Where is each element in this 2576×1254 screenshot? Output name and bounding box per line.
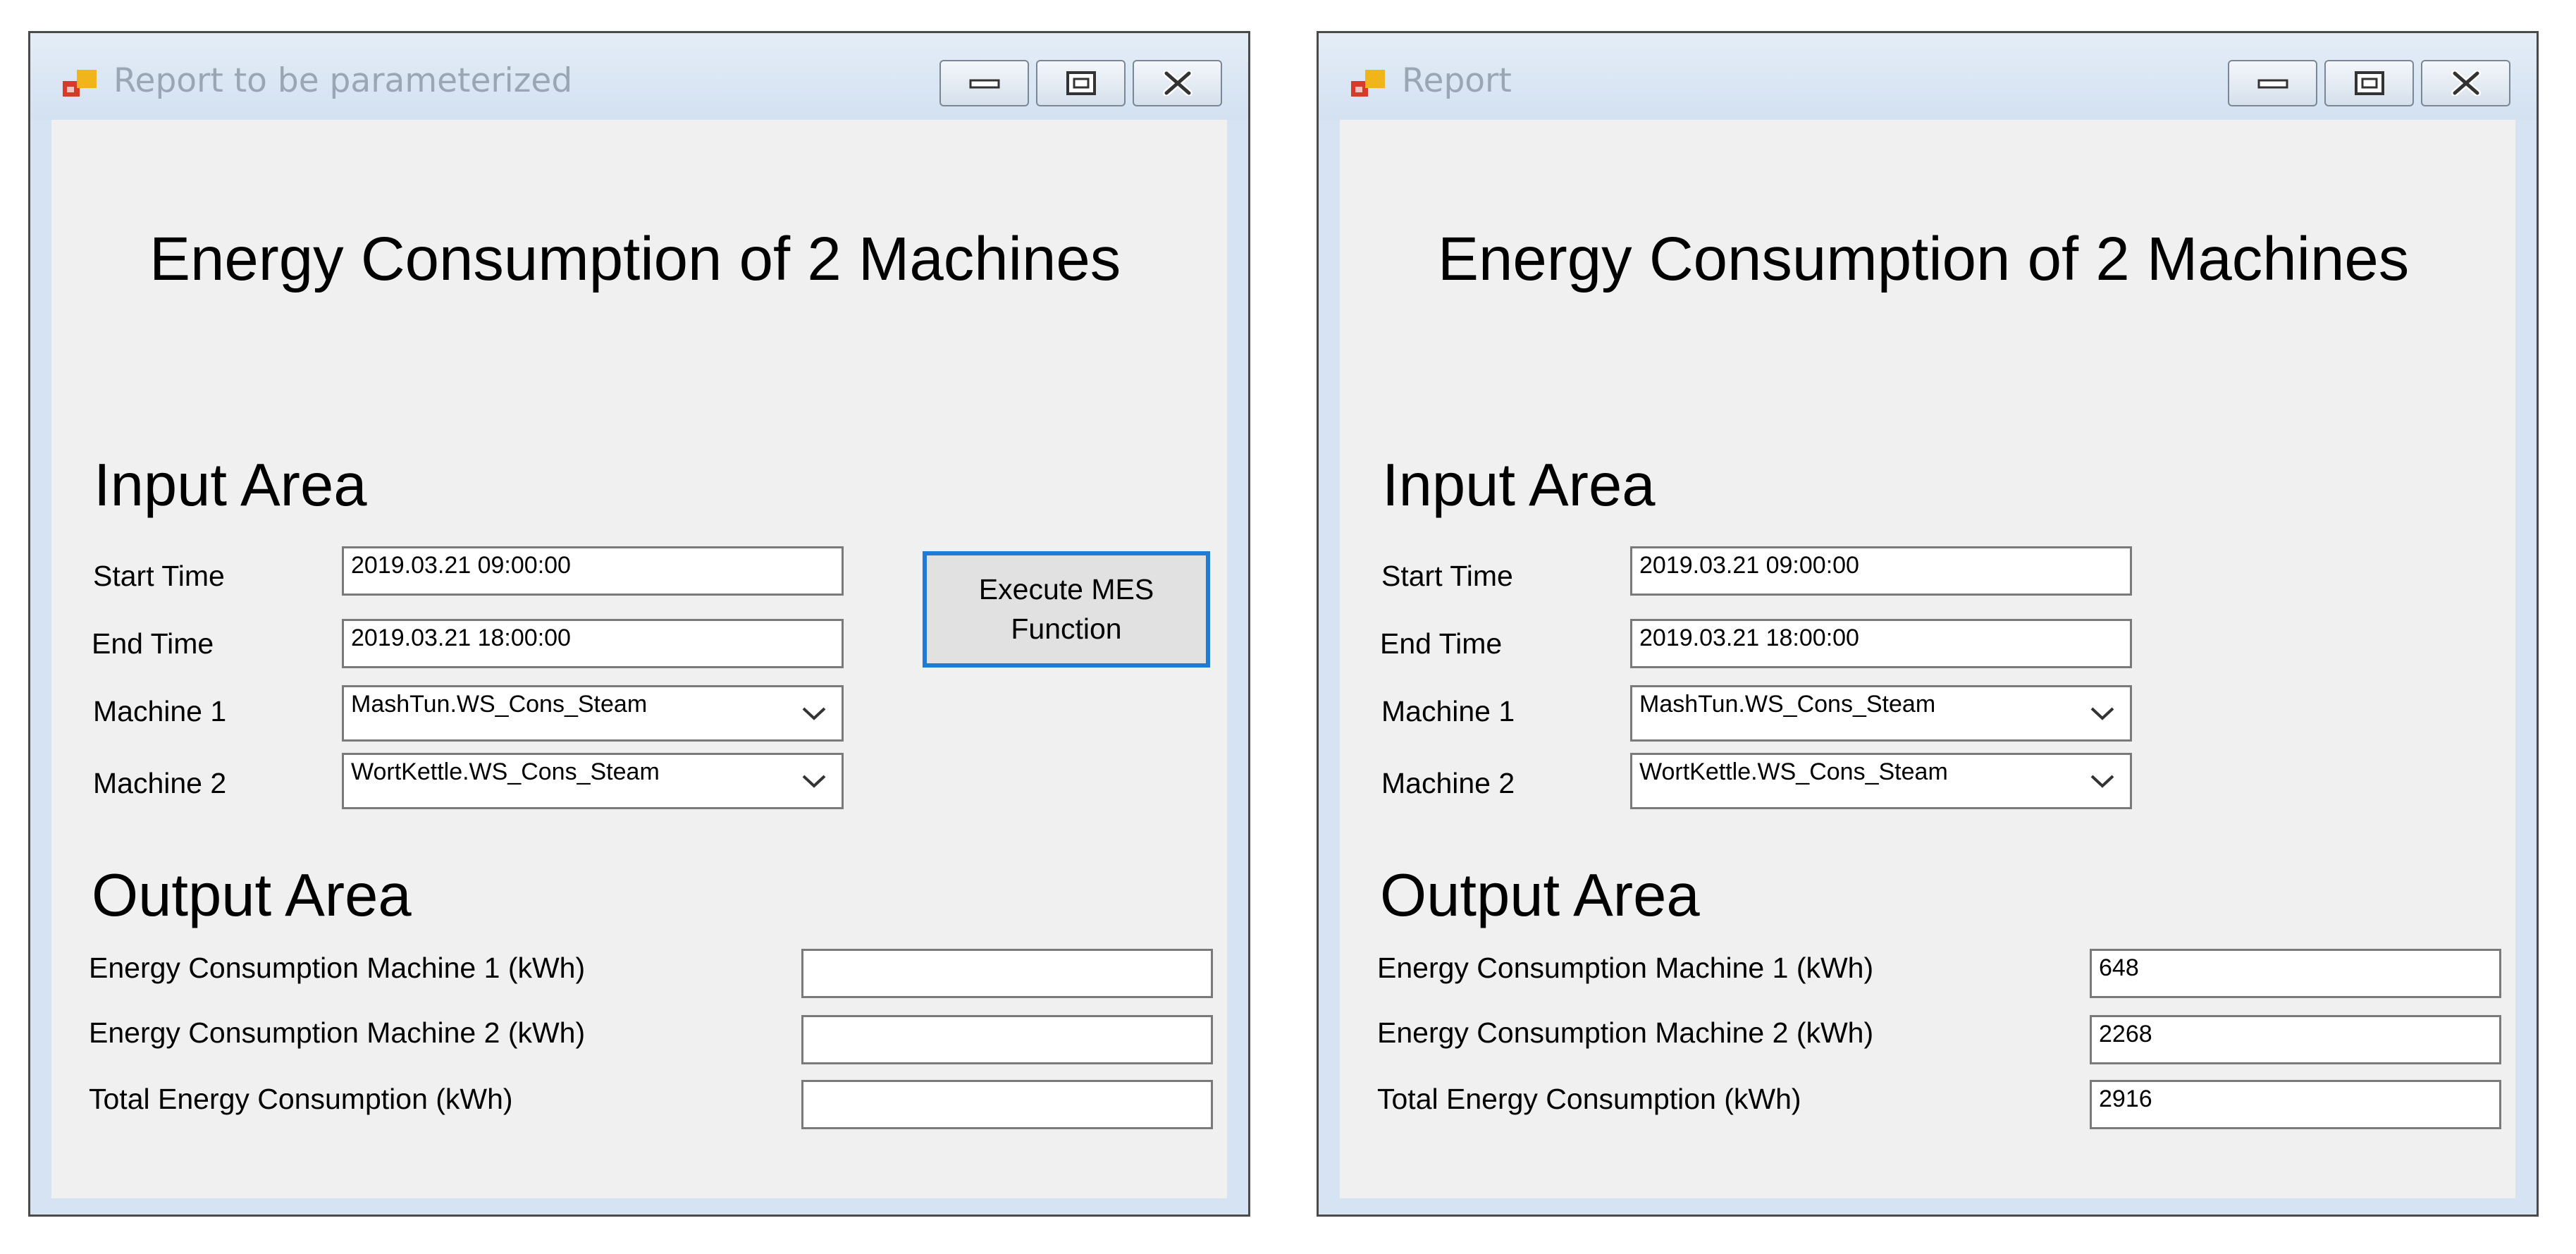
- app-window-icon: [63, 70, 97, 97]
- total-energy-label: Total Energy Consumption (kWh): [1377, 1083, 1801, 1115]
- minimize-button[interactable]: [2228, 60, 2317, 106]
- machine-1-label: Machine 1: [93, 695, 227, 727]
- energy-machine-2-label: Energy Consumption Machine 2 (kWh): [89, 1016, 586, 1049]
- maximize-button[interactable]: [2324, 60, 2414, 106]
- close-icon: [2451, 70, 2481, 96]
- chevron-down-icon: [2090, 775, 2114, 788]
- input-area-heading: Input Area: [1382, 452, 1656, 519]
- end-time-input[interactable]: 2019.03.21 18:00:00: [342, 619, 844, 668]
- output-area-heading: Output Area: [92, 862, 412, 929]
- machine-2-dropdown[interactable]: WortKettle.WS_Cons_Steam: [342, 753, 844, 809]
- close-button[interactable]: [1133, 60, 1222, 106]
- machine-1-selected-value: MashTun.WS_Cons_Steam: [351, 691, 648, 718]
- close-icon: [1162, 70, 1193, 96]
- start-time-label: Start Time: [1381, 560, 1513, 592]
- chevron-down-icon: [802, 707, 826, 720]
- title-bar[interactable]: Report: [1319, 33, 2537, 120]
- start-time-label: Start Time: [93, 560, 225, 592]
- end-time-input[interactable]: 2019.03.21 18:00:00: [1630, 619, 2132, 668]
- input-area-heading: Input Area: [94, 452, 367, 519]
- end-time-label: End Time: [1380, 627, 1503, 660]
- energy-machine-1-output[interactable]: 648: [2090, 949, 2501, 998]
- maximize-icon: [1066, 71, 1096, 95]
- output-area-heading: Output Area: [1380, 862, 1700, 929]
- chevron-down-icon: [2090, 707, 2114, 720]
- report-to-be-parameterized-window: Report to be parameterized Energy Consum…: [28, 31, 1250, 1217]
- report-title: Energy Consumption of 2 Machines: [1438, 225, 2410, 293]
- report-title: Energy Consumption of 2 Machines: [149, 225, 1121, 293]
- form-client-area: Energy Consumption of 2 Machines Input A…: [51, 120, 1227, 1198]
- execute-button-label-line1: Execute MES: [978, 573, 1154, 606]
- maximize-icon: [2354, 71, 2384, 95]
- energy-machine-2-output[interactable]: [801, 1015, 1213, 1064]
- minimize-icon: [969, 79, 999, 89]
- title-bar[interactable]: Report to be parameterized: [30, 33, 1248, 120]
- app-window-icon: [1351, 70, 1385, 97]
- window-title: Report: [1402, 61, 1512, 100]
- total-energy-label: Total Energy Consumption (kWh): [89, 1083, 513, 1115]
- start-time-input[interactable]: 2019.03.21 09:00:00: [1630, 546, 2132, 596]
- chevron-down-icon: [802, 775, 826, 788]
- report-window: Report Energy Consumption of 2 Machines …: [1317, 31, 2539, 1217]
- energy-machine-1-label: Energy Consumption Machine 1 (kWh): [89, 952, 586, 984]
- energy-machine-2-label: Energy Consumption Machine 2 (kWh): [1377, 1016, 1874, 1049]
- machine-1-dropdown[interactable]: MashTun.WS_Cons_Steam: [342, 685, 844, 742]
- minimize-icon: [2257, 79, 2288, 89]
- maximize-button[interactable]: [1036, 60, 1126, 106]
- end-time-label: End Time: [92, 627, 214, 660]
- machine-2-label: Machine 2: [93, 767, 227, 799]
- execute-button-label-line2: Function: [1011, 612, 1122, 645]
- machine-2-selected-value: WortKettle.WS_Cons_Steam: [1639, 758, 1948, 785]
- energy-machine-1-output[interactable]: [801, 949, 1213, 998]
- machine-1-dropdown[interactable]: MashTun.WS_Cons_Steam: [1630, 685, 2132, 742]
- close-button[interactable]: [2421, 60, 2510, 106]
- machine-1-selected-value: MashTun.WS_Cons_Steam: [1639, 691, 1936, 718]
- energy-machine-1-label: Energy Consumption Machine 1 (kWh): [1377, 952, 1874, 984]
- execute-mes-function-button[interactable]: Execute MES Function: [923, 551, 1210, 668]
- total-energy-output[interactable]: [801, 1080, 1213, 1129]
- machine-2-label: Machine 2: [1381, 767, 1515, 799]
- form-client-area: Energy Consumption of 2 Machines Input A…: [1340, 120, 2515, 1198]
- energy-machine-2-output[interactable]: 2268: [2090, 1015, 2501, 1064]
- machine-2-dropdown[interactable]: WortKettle.WS_Cons_Steam: [1630, 753, 2132, 809]
- window-title: Report to be parameterized: [113, 61, 573, 100]
- machine-1-label: Machine 1: [1381, 695, 1515, 727]
- total-energy-output[interactable]: 2916: [2090, 1080, 2501, 1129]
- start-time-input[interactable]: 2019.03.21 09:00:00: [342, 546, 844, 596]
- machine-2-selected-value: WortKettle.WS_Cons_Steam: [351, 758, 660, 785]
- minimize-button[interactable]: [939, 60, 1029, 106]
